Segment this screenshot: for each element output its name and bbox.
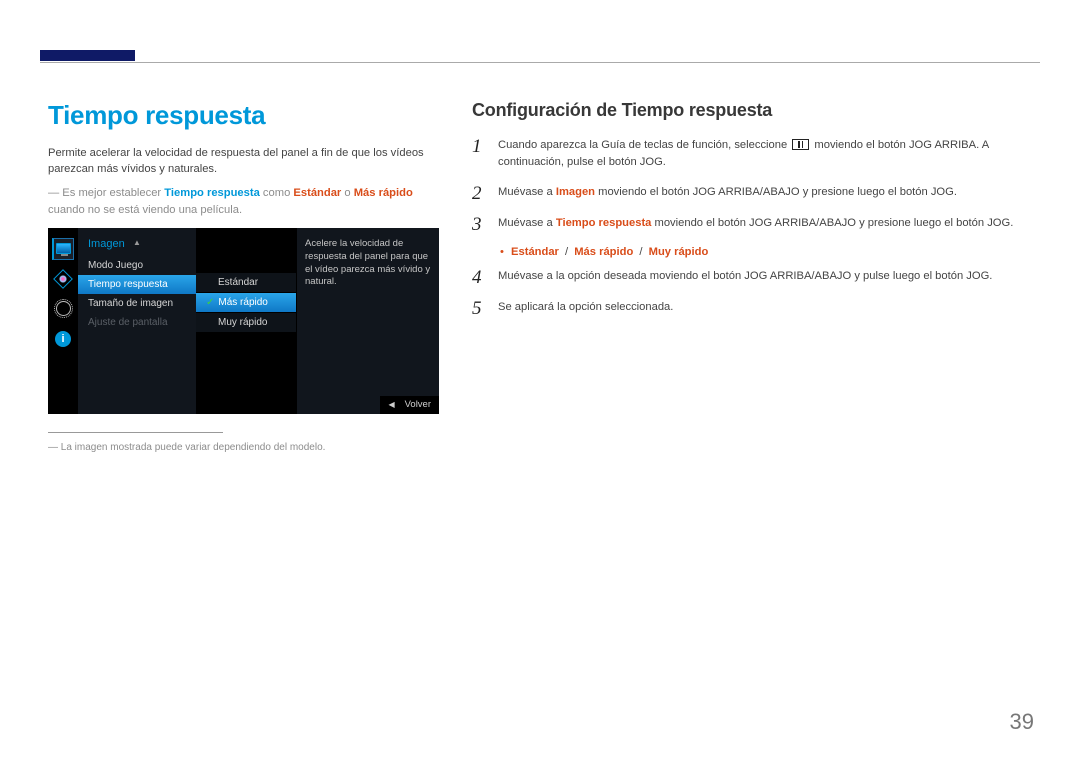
osd-nav-info[interactable]: i bbox=[52, 328, 74, 350]
step-term: Imagen bbox=[556, 186, 595, 198]
osd-nav-settings[interactable] bbox=[52, 298, 74, 320]
page-number: 39 bbox=[1010, 709, 1034, 735]
option-muy-rapido: Muy rápido bbox=[649, 246, 709, 258]
osd-item-tamano-imagen[interactable]: Tamaño de imagen bbox=[78, 294, 196, 313]
model-disclaimer: ― La imagen mostrada puede variar depend… bbox=[48, 441, 444, 455]
note-term-1: Tiempo respuesta bbox=[164, 187, 260, 199]
diamond-icon bbox=[53, 269, 73, 289]
step-number-5: 5 bbox=[472, 299, 498, 318]
note-text: ― Es mejor establecer bbox=[48, 187, 164, 199]
step-number-4: 4 bbox=[472, 268, 498, 287]
header-accent-bar bbox=[40, 50, 135, 61]
section-title: Configuración de Tiempo respuesta bbox=[472, 100, 1032, 121]
osd-back-label[interactable]: Volver bbox=[405, 399, 431, 410]
osd-menu-column: Imagen ▲ Modo Juego Tiempo respuesta Tam… bbox=[78, 228, 196, 414]
osd-nav-picture[interactable] bbox=[52, 238, 74, 260]
osd-submenu-column: Estándar Más rápido Muy rápido bbox=[196, 228, 296, 414]
step-fragment: Cuando aparezca la Guía de teclas de fun… bbox=[498, 139, 790, 151]
osd-icon-column: i bbox=[48, 228, 78, 414]
option-estandar: Estándar bbox=[511, 246, 559, 258]
osd-option-estandar[interactable]: Estándar bbox=[196, 272, 296, 292]
step-text-1: Cuando aparezca la Guía de teclas de fun… bbox=[498, 137, 1032, 172]
osd-option-muy-rapido[interactable]: Muy rápido bbox=[196, 312, 296, 332]
note-term-3: Más rápido bbox=[354, 187, 413, 199]
step-text-4: Muévase a la opción deseada moviendo el … bbox=[498, 268, 1032, 287]
menu-icon bbox=[792, 139, 809, 150]
note-text: como bbox=[260, 187, 294, 199]
step-term: Tiempo respuesta bbox=[556, 217, 652, 229]
option-mas-rapido: Más rápido bbox=[574, 246, 633, 258]
monitor-icon bbox=[56, 243, 71, 254]
step-fragment: Muévase a bbox=[498, 186, 556, 198]
step-fragment: Muévase a bbox=[498, 217, 556, 229]
osd-description: Acelere la velocidad de respuesta del pa… bbox=[296, 228, 439, 414]
intro-paragraph: Permite acelerar la velocidad de respues… bbox=[48, 145, 444, 177]
note-recommendation: ― Es mejor establecer Tiempo respuesta c… bbox=[48, 185, 444, 217]
gear-icon bbox=[56, 301, 71, 316]
osd-screenshot: i Imagen ▲ Modo Juego Tiempo respuesta T… bbox=[48, 228, 439, 414]
step-text-2: Muévase a Imagen moviendo el botón JOG A… bbox=[498, 184, 1032, 203]
step-text-5: Se aplicará la opción seleccionada. bbox=[498, 299, 1032, 318]
note-text: cuando no se está viendo una película. bbox=[48, 204, 242, 216]
back-arrow-icon: ◀ bbox=[388, 400, 394, 409]
osd-item-ajuste-pantalla: Ajuste de pantalla bbox=[78, 313, 196, 332]
page-title: Tiempo respuesta bbox=[48, 100, 444, 131]
osd-item-modo-juego[interactable]: Modo Juego bbox=[78, 256, 196, 275]
step-number-3: 3 bbox=[472, 215, 498, 234]
info-icon: i bbox=[55, 331, 71, 347]
step-text-3: Muévase a Tiempo respuesta moviendo el b… bbox=[498, 215, 1032, 234]
step-fragment: moviendo el botón JOG ARRIBA/ABAJO y pre… bbox=[595, 186, 957, 198]
footnote-separator bbox=[48, 432, 223, 433]
note-text: o bbox=[341, 187, 353, 199]
osd-nav-color[interactable] bbox=[52, 268, 74, 290]
options-list: • Estándar / Más rápido / Muy rápido bbox=[500, 246, 1032, 258]
scroll-up-arrow-icon: ▲ bbox=[133, 238, 141, 247]
osd-footer: ◀ Volver bbox=[380, 396, 439, 414]
step-fragment: moviendo el botón JOG ARRIBA/ABAJO y pre… bbox=[651, 217, 1013, 229]
note-term-2: Estándar bbox=[293, 187, 341, 199]
step-number-1: 1 bbox=[472, 137, 498, 172]
header-rule bbox=[40, 62, 1040, 63]
step-number-2: 2 bbox=[472, 184, 498, 203]
osd-option-mas-rapido[interactable]: Más rápido bbox=[196, 292, 296, 312]
osd-item-tiempo-respuesta[interactable]: Tiempo respuesta bbox=[78, 275, 196, 294]
